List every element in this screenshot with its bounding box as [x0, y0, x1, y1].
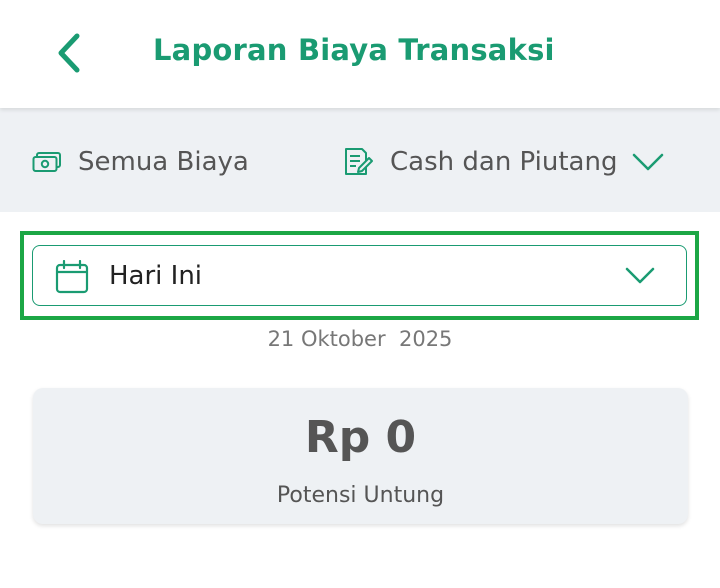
date-range-label: Hari Ini [109, 261, 203, 291]
money-icon [32, 152, 61, 172]
chevron-left-icon [58, 33, 80, 73]
profit-label: Potensi Untung [276, 483, 445, 508]
back-button[interactable] [44, 28, 94, 78]
document-edit-icon [345, 148, 373, 175]
chevron-down-icon [633, 153, 664, 171]
payment-type-filter[interactable]: Cash dan Piutang [342, 142, 665, 182]
app-header: Laporan Biaya Transaksi [0, 0, 720, 108]
filter-bar: Semua Biaya Cash dan Piutang [0, 108, 720, 212]
chevron-down-icon [625, 267, 655, 284]
selected-date: 21 Oktober 2025 [267, 327, 453, 351]
calendar-icon [55, 260, 89, 294]
cost-filter-label: Semua Biaya [78, 147, 249, 177]
date-filter-highlight: Hari Ini [20, 231, 699, 320]
payment-type-label: Cash dan Piutang [390, 147, 618, 177]
profit-summary-card: Rp 0 Potensi Untung [33, 388, 688, 524]
cost-filter[interactable]: Semua Biaya [32, 142, 249, 182]
page-title: Laporan Biaya Transaksi [153, 33, 555, 67]
profit-amount: Rp 0 [304, 412, 417, 463]
date-range-dropdown[interactable]: Hari Ini [32, 245, 687, 306]
